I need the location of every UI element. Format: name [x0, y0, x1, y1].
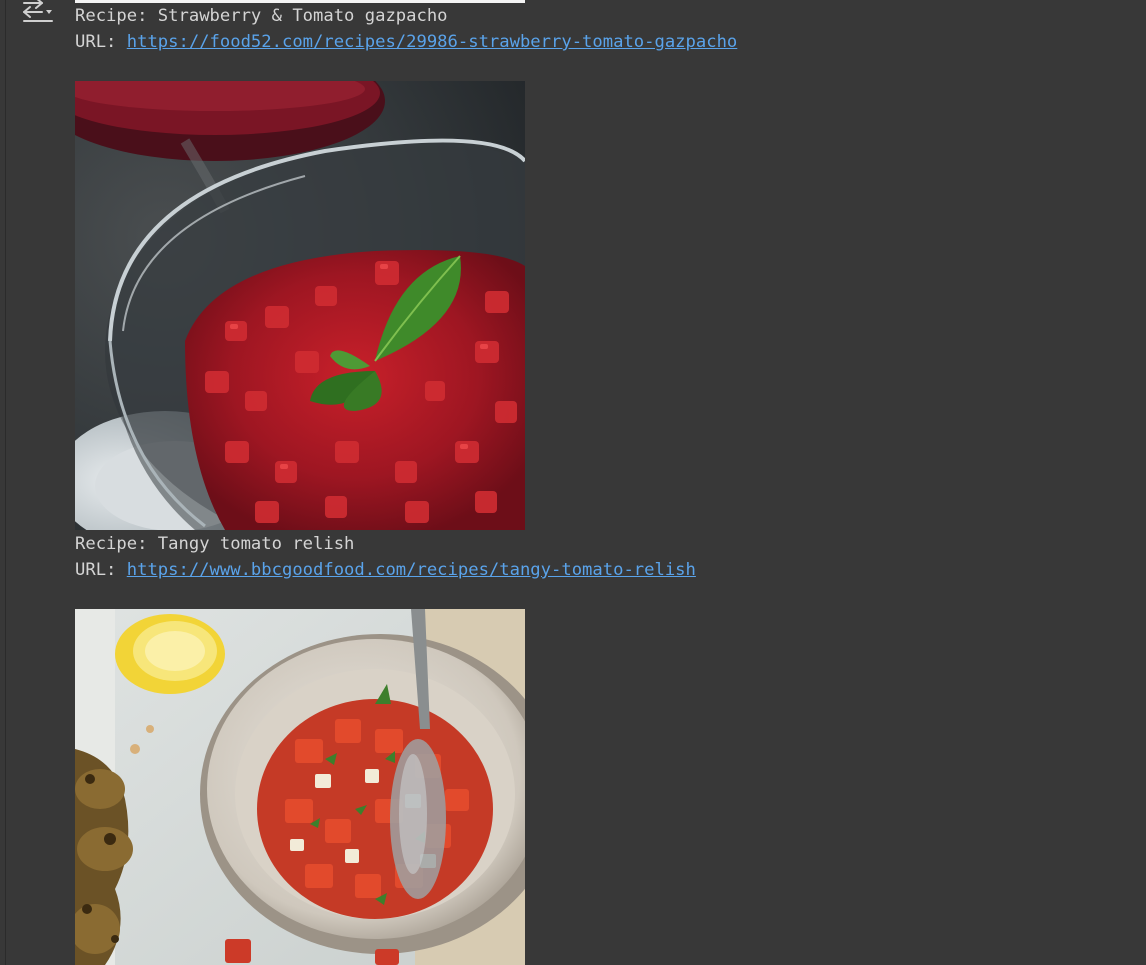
recipe-prefix: Recipe: [75, 534, 158, 554]
recipe-name: Strawberry & Tomato gazpacho [157, 6, 448, 26]
recipe-title-line: Recipe: Tangy tomato relish [75, 531, 354, 557]
recipe-url-line: URL: https://food52.com/recipes/29986-st… [75, 29, 737, 55]
recipe-prefix: Recipe: [75, 6, 158, 26]
url-prefix: URL: [75, 32, 127, 52]
output-toggle-icon[interactable] [22, 0, 54, 26]
recipe-name: Tangy tomato relish [157, 534, 355, 554]
recipe-title-line: Recipe: Strawberry & Tomato gazpacho [75, 3, 448, 29]
recipe-image-tangy-tomato-relish [75, 609, 525, 965]
recipe-image-strawberry-tomato-gazpacho [75, 81, 525, 530]
recipe-url-link[interactable]: https://food52.com/recipes/29986-strawbe… [127, 32, 738, 52]
cell-gutter-divider [5, 0, 6, 965]
recipe-url-link[interactable]: https://www.bbcgoodfood.com/recipes/tang… [127, 560, 696, 580]
url-prefix: URL: [75, 560, 127, 580]
recipe-url-line: URL: https://www.bbcgoodfood.com/recipes… [75, 557, 696, 583]
